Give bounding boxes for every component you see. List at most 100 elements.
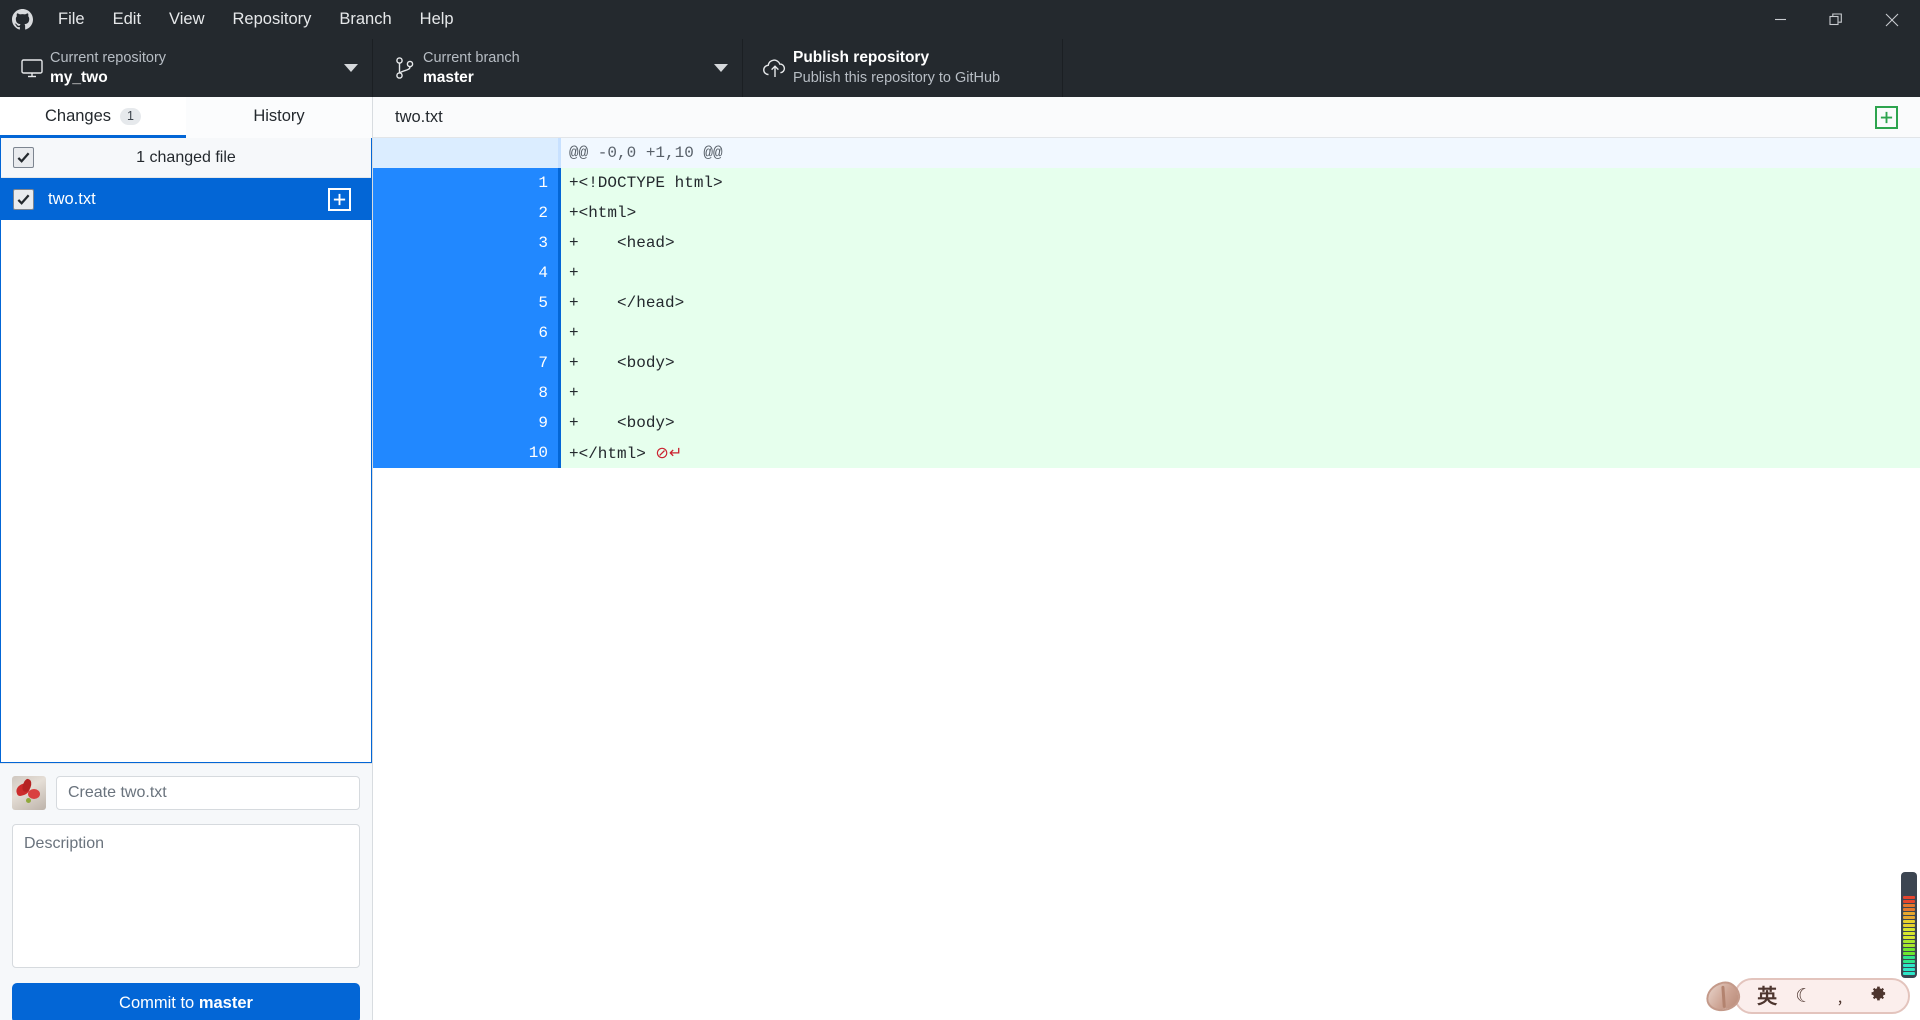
- diff-new-line-number: 10: [467, 438, 561, 468]
- menu-edit[interactable]: Edit: [99, 0, 155, 39]
- branch-icon: [387, 56, 423, 80]
- diff-new-line-number: 5: [467, 288, 561, 318]
- menu-file[interactable]: File: [44, 0, 99, 39]
- toolbar-filler: [1063, 39, 1920, 97]
- diff-line-text: + <body>: [561, 348, 1920, 378]
- restore-button[interactable]: [1808, 0, 1864, 39]
- level-segment: [1903, 972, 1915, 975]
- diff-added-line-row[interactable]: 7 + <body>: [373, 348, 1920, 378]
- diff-new-line-number: 9: [467, 408, 561, 438]
- commit-button-prefix: Commit to: [119, 993, 199, 1012]
- close-icon: [1885, 13, 1899, 26]
- main-toolbar: Current repository my_two Current branch…: [0, 39, 1920, 97]
- file-name-label: two.txt: [48, 189, 96, 208]
- gear-icon[interactable]: [1868, 984, 1887, 1008]
- diff-new-line-number: 8: [467, 378, 561, 408]
- diff-file-name: two.txt: [395, 107, 443, 126]
- publish-repository-button[interactable]: Publish repository Publish this reposito…: [743, 39, 1063, 97]
- ime-mode-button[interactable]: 英: [1757, 986, 1777, 1006]
- diff-line-text: +: [561, 258, 1920, 288]
- changed-files-summary: 1 changed file: [136, 148, 236, 166]
- diff-line-text: +: [561, 318, 1920, 348]
- file-list-item[interactable]: two.txt: [1, 178, 371, 220]
- diff-new-line-number: 3: [467, 228, 561, 258]
- punctuation-icon[interactable]: ﹐: [1831, 986, 1850, 1006]
- diff-old-line-number: [373, 198, 467, 228]
- plus-badge-icon: [1875, 105, 1898, 129]
- menu-help[interactable]: Help: [406, 0, 468, 39]
- commit-summary-input[interactable]: [56, 776, 360, 810]
- level-segment: [1903, 948, 1915, 951]
- menu-view[interactable]: View: [155, 0, 218, 39]
- ime-floating-toolbar[interactable]: 英 ☾ ﹐: [1702, 976, 1910, 1016]
- commit-button-branch: master: [198, 993, 253, 1012]
- diff-header: two.txt: [373, 97, 1920, 138]
- diff-line-text: +<html>: [561, 198, 1920, 228]
- diff-added-line-row[interactable]: 4 +: [373, 258, 1920, 288]
- diff-old-line-number: [373, 408, 467, 438]
- tab-history[interactable]: History: [186, 97, 372, 138]
- left-sidebar: Changes 1 History 1 changed file two.txt: [0, 97, 373, 1020]
- publish-repository-subtitle: Publish this repository to GitHub: [793, 70, 1001, 86]
- minimize-button[interactable]: [1752, 0, 1808, 39]
- publish-repository-title: Publish repository: [793, 49, 930, 66]
- level-segment: [1903, 936, 1915, 939]
- diff-line-text: +: [561, 378, 1920, 408]
- diff-added-line-row[interactable]: 1 +<!DOCTYPE html>: [373, 168, 1920, 198]
- no-newline-marker-icon: ⊘↵: [655, 443, 683, 462]
- level-segment: [1903, 912, 1915, 915]
- diff-new-line-number: [467, 138, 561, 168]
- tab-changes[interactable]: Changes 1: [0, 97, 186, 138]
- current-branch-text: Current branch master: [423, 49, 706, 88]
- tab-history-label: History: [253, 106, 305, 125]
- github-logo-icon: [0, 9, 44, 30]
- commit-summary-row: [12, 776, 360, 810]
- changes-file-list: 1 changed file two.txt: [0, 138, 372, 763]
- current-branch-value: master: [423, 68, 474, 86]
- commit-form: Commit to master: [0, 763, 372, 1020]
- current-branch-label: Current branch: [423, 49, 520, 66]
- minimize-icon: [1774, 18, 1786, 21]
- diff-body[interactable]: @@ -0,0 +1,10 @@ 1 +<!DOCTYPE html> 2 +<html…: [373, 138, 1920, 468]
- window-controls: [1752, 0, 1920, 39]
- restore-icon: [1829, 12, 1842, 25]
- level-segment: [1903, 968, 1915, 971]
- diff-new-line-number: 7: [467, 348, 561, 378]
- diff-added-line-row[interactable]: 10 +</html> ⊘↵: [373, 438, 1920, 468]
- close-button[interactable]: [1864, 0, 1920, 39]
- ime-pill: 英 ☾ ﹐: [1734, 978, 1910, 1014]
- diff-line-text: +</html> ⊘↵: [561, 438, 1920, 468]
- level-segment: [1903, 900, 1915, 903]
- diff-added-line-row[interactable]: 9 + <body>: [373, 408, 1920, 438]
- select-all-row[interactable]: 1 changed file: [1, 138, 371, 178]
- moon-icon[interactable]: ☾: [1795, 986, 1812, 1006]
- level-segment: [1903, 924, 1915, 927]
- diff-new-line-number: 1: [467, 168, 561, 198]
- commit-description-input[interactable]: [12, 824, 360, 968]
- user-avatar: [12, 776, 46, 810]
- commit-to-branch-button[interactable]: Commit to master: [12, 983, 360, 1020]
- diff-added-line-row[interactable]: 6 +: [373, 318, 1920, 348]
- diff-added-line-row[interactable]: 3 + <head>: [373, 228, 1920, 258]
- diff-added-line-row[interactable]: 2 +<html>: [373, 198, 1920, 228]
- diff-old-line-number: [373, 168, 467, 198]
- sidebar-tabs: Changes 1 History: [0, 97, 372, 138]
- chevron-down-icon: [344, 64, 358, 72]
- diff-added-line-row[interactable]: 5 + </head>: [373, 288, 1920, 318]
- menu-branch[interactable]: Branch: [325, 0, 405, 39]
- file-checkbox[interactable]: [13, 188, 34, 210]
- diff-added-line-row[interactable]: 8 +: [373, 378, 1920, 408]
- current-branch-button[interactable]: Current branch master: [373, 39, 743, 97]
- level-segment: [1903, 952, 1915, 955]
- diff-line-text: + <head>: [561, 228, 1920, 258]
- current-repository-label: Current repository: [50, 49, 167, 66]
- title-bar: File Edit View Repository Branch Help: [0, 0, 1920, 39]
- level-segment: [1903, 964, 1915, 967]
- level-segment: [1903, 956, 1915, 959]
- diff-hunk-header-row[interactable]: @@ -0,0 +1,10 @@: [373, 138, 1920, 168]
- level-segment: [1903, 932, 1915, 935]
- menu-repository[interactable]: Repository: [219, 0, 326, 39]
- level-segment: [1903, 944, 1915, 947]
- current-repository-button[interactable]: Current repository my_two: [0, 39, 373, 97]
- diff-pane: two.txt @@ -0,0 +1,10 @@ 1 +<!DOCTYPE html…: [373, 97, 1920, 1020]
